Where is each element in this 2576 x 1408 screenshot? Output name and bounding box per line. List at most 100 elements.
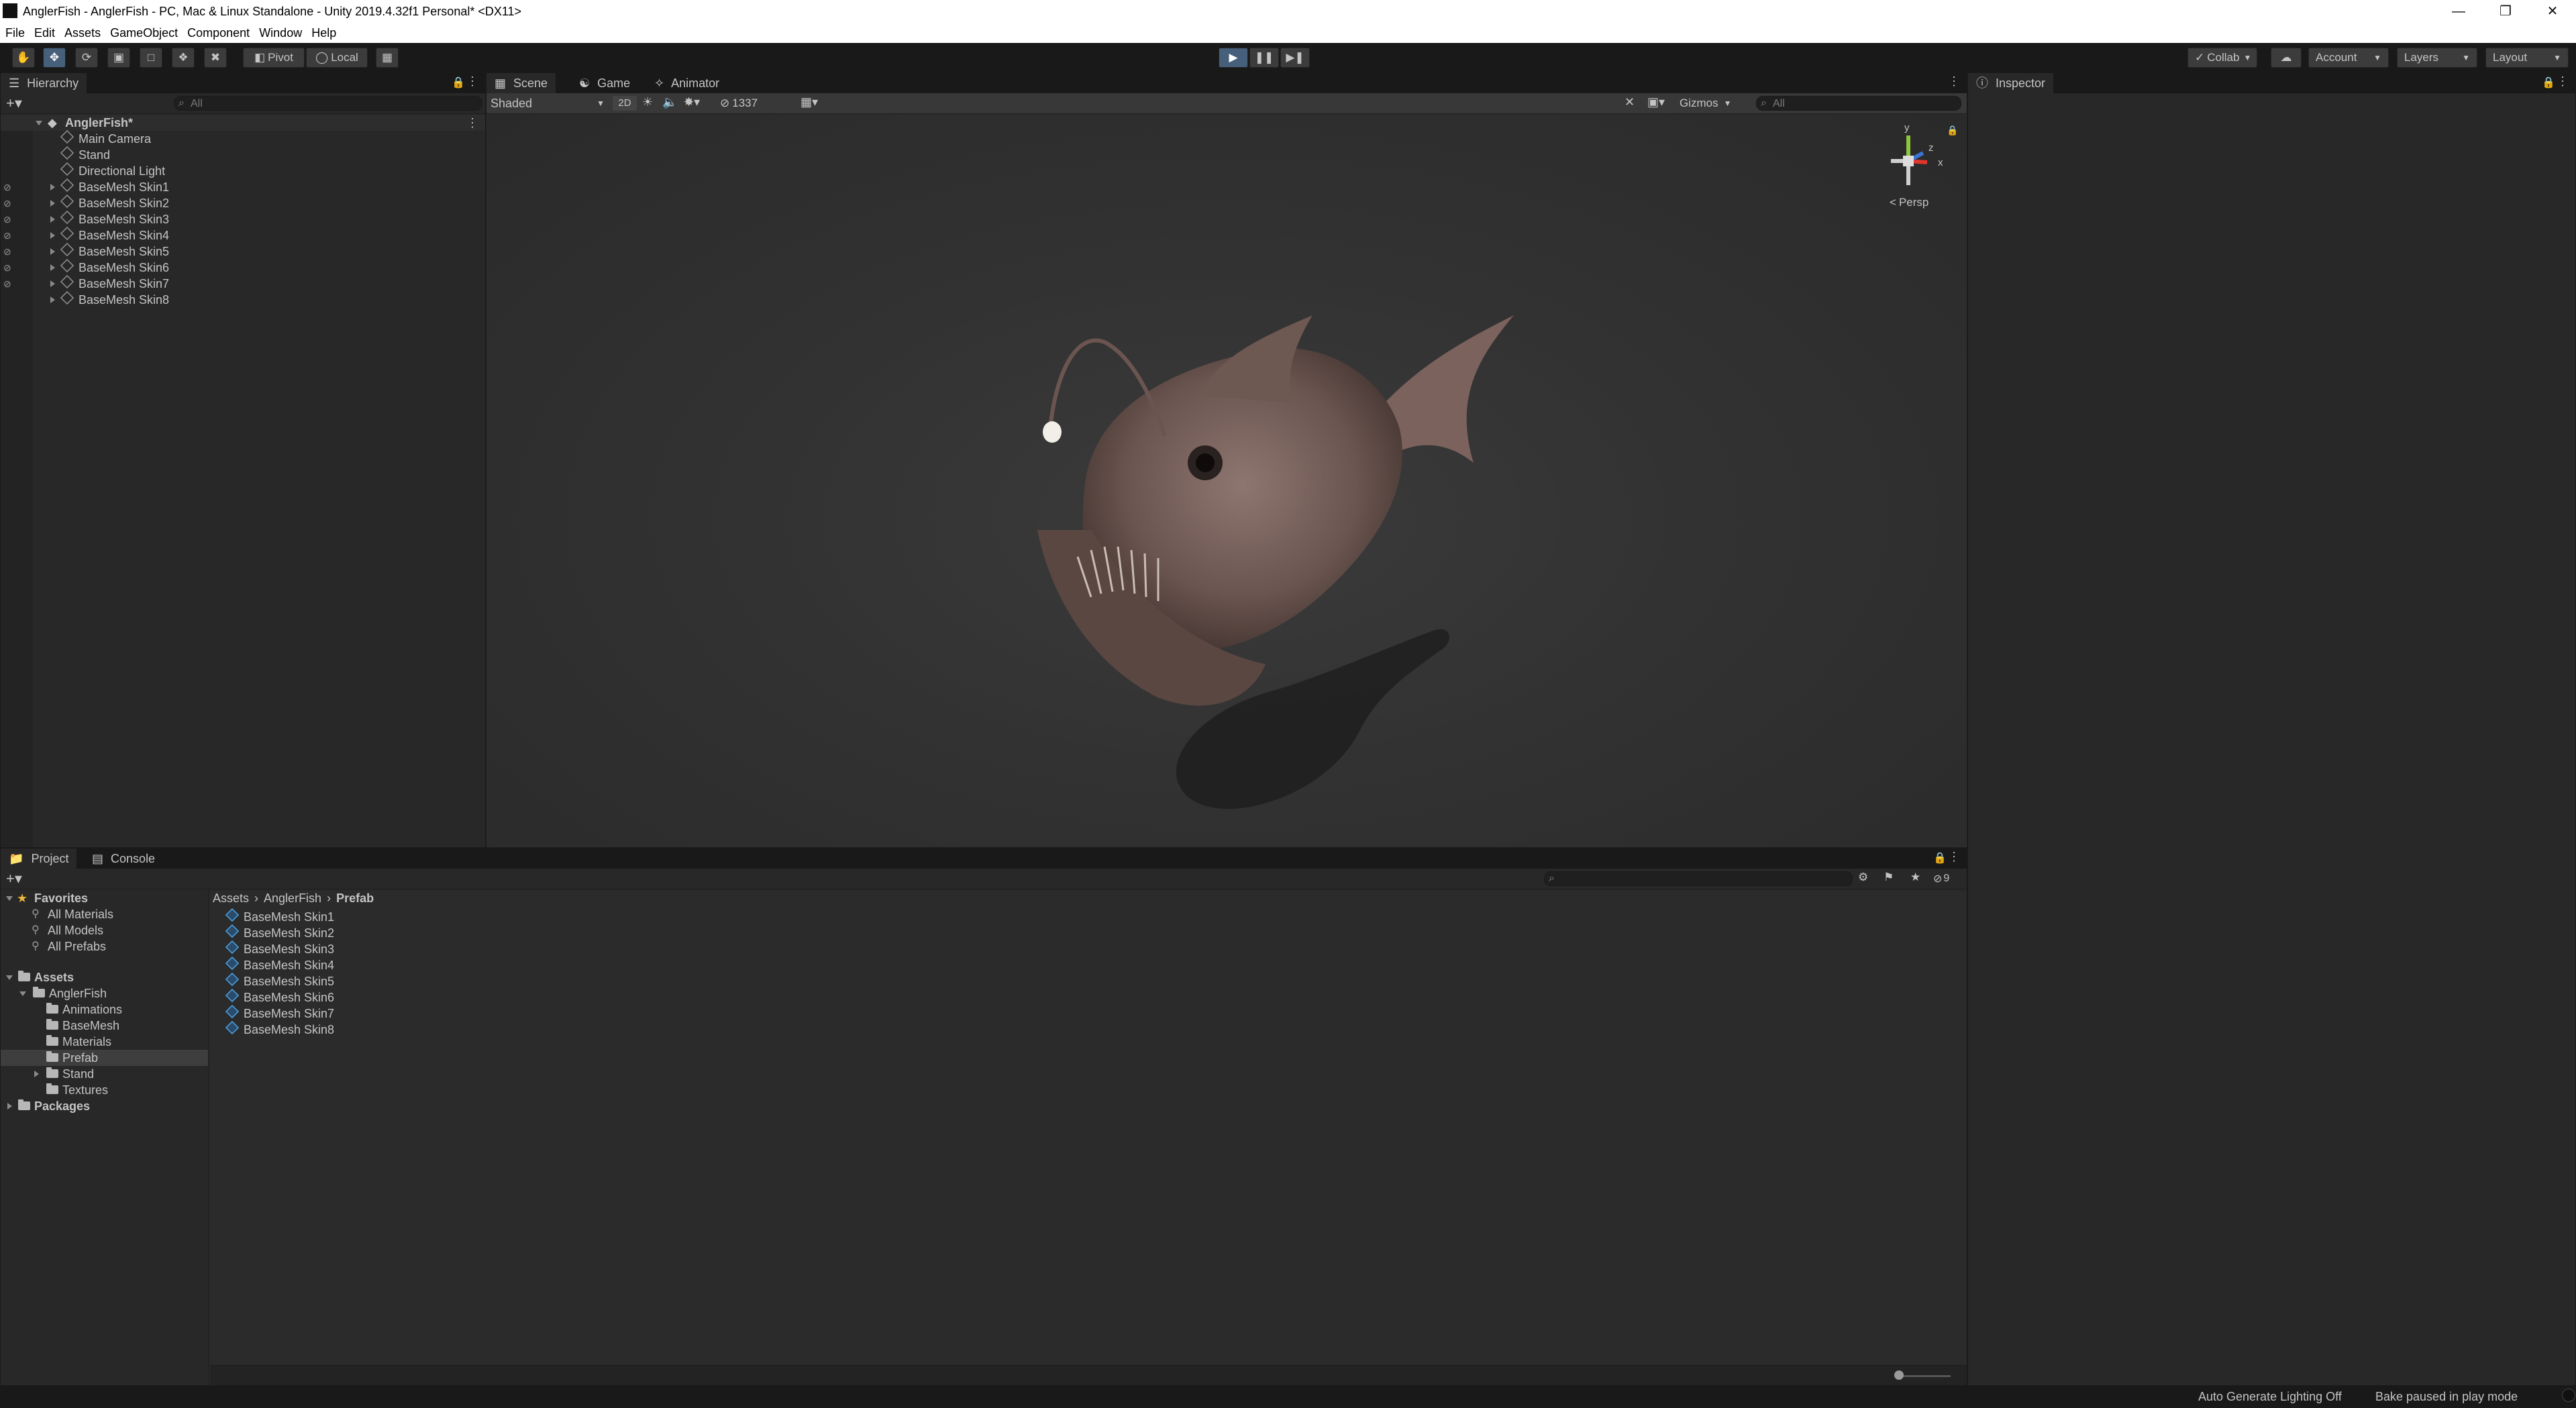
- rotate-tool-icon[interactable]: ⟳: [75, 48, 98, 68]
- effects-toggle-icon[interactable]: ✸▾: [684, 95, 700, 109]
- menu-assets[interactable]: Assets: [64, 23, 101, 43]
- tab-inspector[interactable]: ⓘ Inspector: [1968, 73, 2054, 93]
- folder-item[interactable]: Textures: [1, 1082, 208, 1098]
- folder-item[interactable]: Materials: [1, 1034, 208, 1050]
- asset-item[interactable]: BaseMesh Skin2: [210, 924, 1967, 941]
- scene-menu-icon[interactable]: ⋮: [466, 115, 478, 131]
- scene-search-input[interactable]: All: [1756, 96, 1961, 111]
- pause-button[interactable]: ❚❚: [1249, 48, 1279, 68]
- asset-item[interactable]: BaseMesh Skin6: [210, 988, 1967, 1006]
- favorite-star-icon[interactable]: ★: [1910, 871, 1920, 884]
- hidden-eye-icon[interactable]: ⊘: [3, 179, 14, 195]
- expand-arrow-icon[interactable]: [50, 296, 55, 303]
- asset-item[interactable]: BaseMesh Skin5: [210, 972, 1967, 989]
- asset-item[interactable]: BaseMesh Skin3: [210, 940, 1967, 957]
- menu-help[interactable]: Help: [311, 23, 336, 43]
- favorite-item[interactable]: ⚲ All Prefabs: [1, 938, 208, 955]
- hand-tool-icon[interactable]: ✋: [12, 48, 35, 68]
- asset-item[interactable]: BaseMesh Skin4: [210, 956, 1967, 973]
- favorite-item[interactable]: ⚲ All Materials: [1, 906, 208, 922]
- expand-arrow-icon[interactable]: [50, 200, 55, 207]
- expand-arrow-icon[interactable]: [50, 248, 55, 255]
- hierarchy-item[interactable]: ⊘ BaseMesh Skin6: [1, 258, 485, 276]
- account-dropdown[interactable]: Account ▼: [2308, 48, 2389, 68]
- hierarchy-search-input[interactable]: All: [174, 96, 482, 111]
- hierarchy-item[interactable]: Stand: [1, 146, 485, 163]
- hidden-eye-icon[interactable]: ⊘: [3, 227, 14, 243]
- expand-arrow-icon[interactable]: [34, 1071, 39, 1077]
- maximize-button[interactable]: ❐: [2482, 0, 2529, 23]
- hidden-eye-icon[interactable]: ⊘: [3, 195, 14, 211]
- rect-tool-icon[interactable]: □: [140, 48, 162, 68]
- layers-dropdown[interactable]: Layers ▼: [2397, 48, 2477, 68]
- tab-animator[interactable]: ✧ Animator: [646, 73, 728, 93]
- scene-viewport[interactable]: y z x 🔒 < Persp: [487, 114, 1966, 847]
- camera-icon[interactable]: ▣▾: [1647, 95, 1665, 109]
- panel-menu-icon[interactable]: ⋮: [466, 74, 478, 89]
- projection-toggle[interactable]: < Persp: [1890, 196, 1928, 209]
- expand-arrow-icon[interactable]: [50, 264, 55, 271]
- asset-item[interactable]: BaseMesh Skin7: [210, 1004, 1967, 1022]
- assets-header[interactable]: Assets: [1, 969, 208, 985]
- hierarchy-item[interactable]: ⊘ BaseMesh Skin2: [1, 194, 485, 211]
- expand-arrow-icon[interactable]: [7, 1103, 12, 1109]
- folder-item[interactable]: BaseMesh: [1, 1018, 208, 1034]
- play-button[interactable]: ▶: [1219, 48, 1248, 68]
- favorite-item[interactable]: ⚲ All Models: [1, 922, 208, 938]
- grid-toggle-icon[interactable]: ▦▾: [801, 95, 818, 109]
- hierarchy-item[interactable]: BaseMesh Skin8: [1, 290, 485, 308]
- hierarchy-item[interactable]: Main Camera: [1, 129, 485, 147]
- tab-hierarchy[interactable]: ☰ Hierarchy: [1, 73, 87, 93]
- menu-file[interactable]: File: [5, 23, 25, 43]
- tab-console[interactable]: ▤ Console: [84, 849, 164, 869]
- asset-item[interactable]: BaseMesh Skin8: [210, 1020, 1967, 1038]
- folder-item[interactable]: Stand: [1, 1066, 208, 1082]
- expand-arrow-icon[interactable]: [6, 896, 13, 901]
- hidden-eye-icon[interactable]: ⊘: [3, 260, 14, 276]
- packages-header[interactable]: Packages: [1, 1098, 208, 1114]
- icon-size-slider-thumb[interactable]: [1894, 1370, 1904, 1380]
- bake-status[interactable]: Bake paused in play mode: [2375, 1390, 2518, 1404]
- lock-icon[interactable]: 🔒: [2542, 76, 2555, 89]
- audio-toggle-icon[interactable]: 🔈: [662, 95, 677, 109]
- minimize-button[interactable]: —: [2435, 0, 2482, 23]
- move-tool-icon[interactable]: ✥: [43, 48, 66, 68]
- add-button[interactable]: +▾: [6, 95, 22, 112]
- hidden-eye-icon[interactable]: ⊘: [3, 211, 14, 227]
- folder-item-selected[interactable]: Prefab: [1, 1050, 208, 1066]
- hidden-objects-toggle[interactable]: ⊘ 1337: [720, 95, 758, 111]
- expand-arrow-icon[interactable]: [6, 975, 13, 980]
- local-toggle[interactable]: ◯ Local: [306, 48, 368, 68]
- lighting-status[interactable]: Auto Generate Lighting Off: [2198, 1390, 2342, 1404]
- hierarchy-item[interactable]: ⊘ BaseMesh Skin1: [1, 178, 485, 195]
- favorites-header[interactable]: ★ Favorites: [1, 890, 208, 906]
- breadcrumb-assets[interactable]: Assets: [213, 891, 249, 906]
- gizmos-dropdown[interactable]: Gizmos ▼: [1680, 95, 1732, 111]
- hierarchy-item[interactable]: ⊘ BaseMesh Skin3: [1, 210, 485, 227]
- expand-arrow-icon[interactable]: [19, 991, 26, 996]
- filter-label-icon[interactable]: ⚑: [1884, 871, 1894, 884]
- project-search-input[interactable]: [1544, 871, 1853, 886]
- expand-arrow-icon[interactable]: [50, 184, 55, 191]
- gizmo-lock-icon[interactable]: 🔒: [1947, 125, 1958, 136]
- hidden-eye-icon[interactable]: ⊘: [3, 243, 14, 260]
- hidden-packages-toggle[interactable]: ⊘ 9: [1933, 871, 1949, 887]
- folder-item-anglerfish[interactable]: AnglerFish: [1, 985, 208, 1001]
- menu-gameobject[interactable]: GameObject: [110, 23, 178, 43]
- shading-dropdown[interactable]: Shaded ▼: [491, 95, 605, 112]
- custom-tool-icon[interactable]: ✖: [204, 48, 227, 68]
- snap-grid-icon[interactable]: ▦: [376, 48, 399, 68]
- filter-type-icon[interactable]: ⚙: [1858, 871, 1868, 884]
- tab-game[interactable]: ☯ Game: [571, 73, 639, 93]
- tab-scene[interactable]: ▦ Scene: [486, 73, 556, 93]
- create-button[interactable]: +▾: [6, 870, 22, 887]
- layout-dropdown[interactable]: Layout ▼: [2485, 48, 2569, 68]
- pivot-toggle[interactable]: ◧ Pivot: [243, 48, 305, 68]
- scale-tool-icon[interactable]: ▣: [107, 48, 130, 68]
- orientation-gizmo[interactable]: y z x: [1875, 122, 1950, 195]
- tools-icon[interactable]: ✕: [1625, 95, 1635, 109]
- breadcrumb-anglerfish[interactable]: AnglerFish: [264, 891, 321, 906]
- expand-arrow-icon[interactable]: [36, 121, 42, 125]
- cloud-button[interactable]: ☁: [2271, 48, 2302, 68]
- expand-arrow-icon[interactable]: [50, 232, 55, 239]
